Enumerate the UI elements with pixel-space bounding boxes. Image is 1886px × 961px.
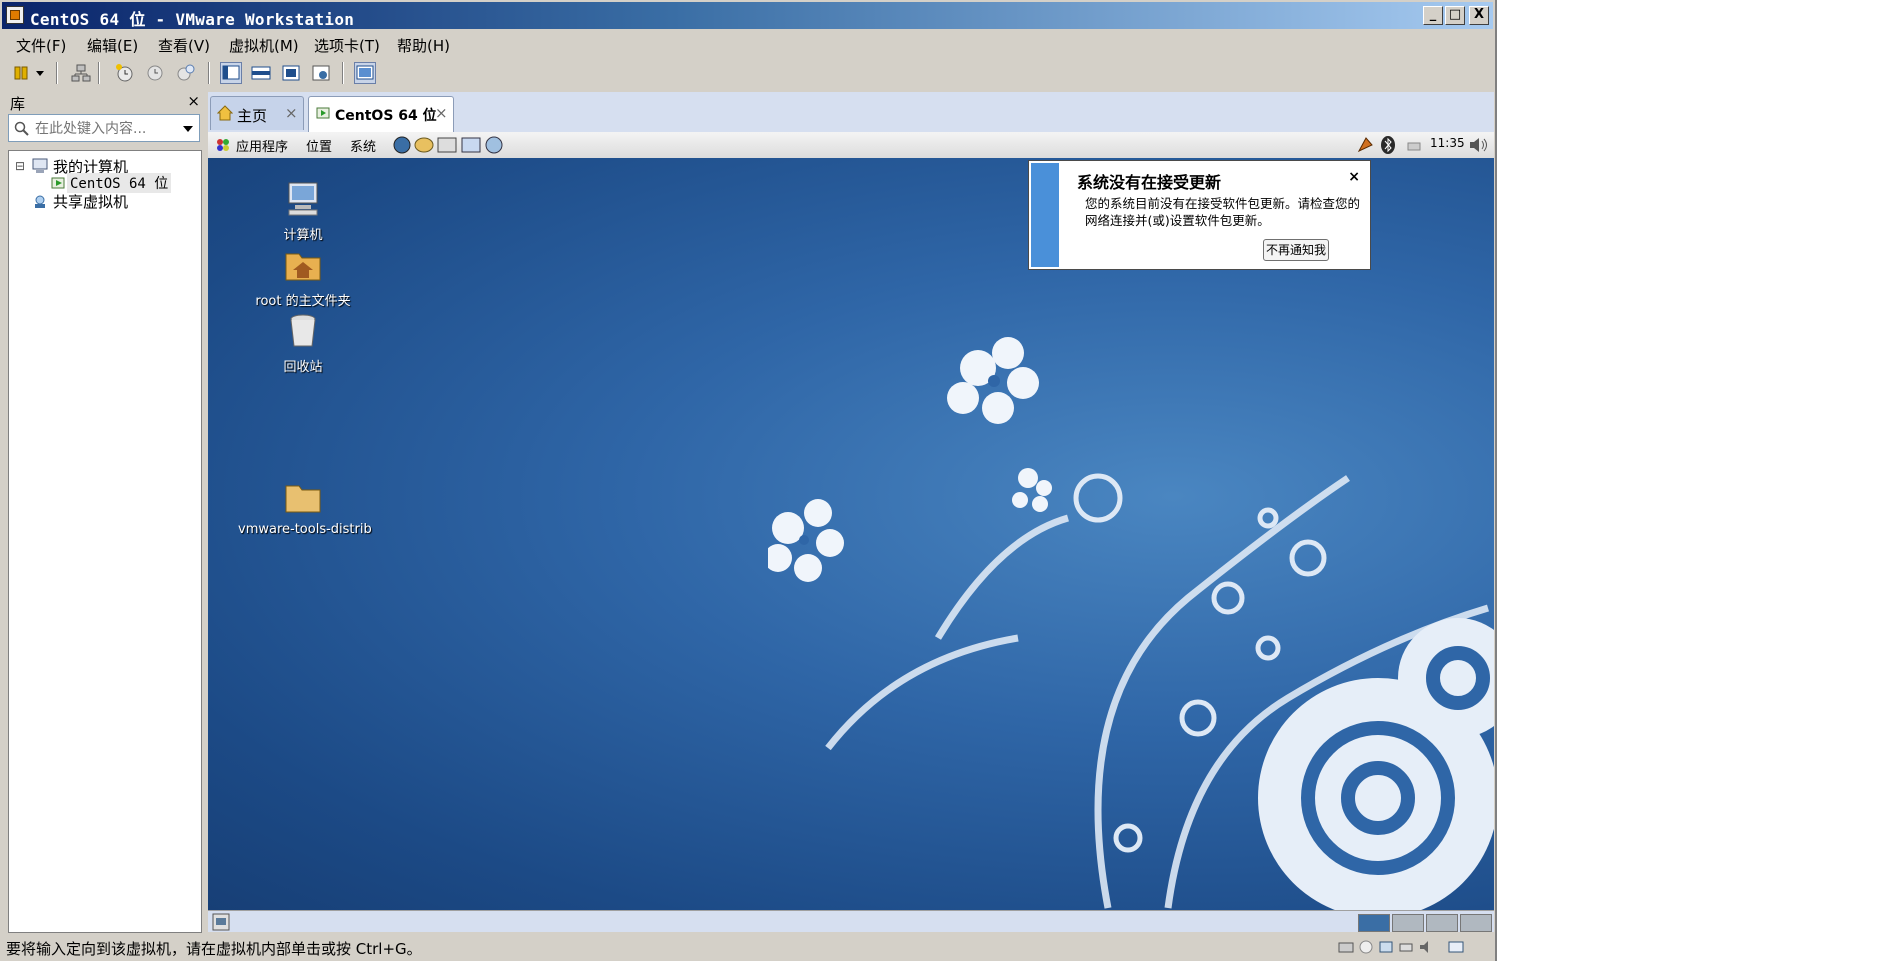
guest-screen[interactable]: 应用程序 位置 系统 11:35 计算机 root 的主文件夹 回收站 vmwa…	[208, 132, 1494, 910]
toolbar-separator	[208, 62, 210, 84]
desktop-icon-computer[interactable]: 计算机	[238, 180, 368, 243]
workspace-3[interactable]	[1426, 914, 1458, 932]
tab-strip: 主页 × CentOS 64 位 ×	[208, 92, 1494, 132]
tree-item-shared-vms[interactable]: 共享虚拟机	[53, 191, 128, 212]
title-bar[interactable]: CentOS 64 位 - VMware Workstation _ □ X	[2, 2, 1493, 29]
fullscreen-icon[interactable]	[280, 62, 302, 84]
tab-centos-label: CentOS 64 位	[335, 108, 437, 124]
maximize-button[interactable]: □	[1445, 6, 1465, 25]
notification-body: 您的系统目前没有在接受软件包更新。请检查您的网络连接并(或)设置软件包更新。	[1085, 196, 1361, 228]
snapshot-manager-icon[interactable]	[174, 62, 196, 84]
menu-view[interactable]: 查看(V)	[158, 35, 210, 56]
view-quick-switch-icon[interactable]	[250, 62, 272, 84]
toolbar-separator	[56, 62, 58, 84]
panel-menu-system[interactable]: 系统	[350, 136, 376, 155]
tab-home[interactable]: 主页 ×	[210, 96, 304, 130]
vmware-app-icon	[6, 6, 24, 24]
minimize-button[interactable]: _	[1423, 6, 1443, 25]
desktop-icon-trash-label: 回收站	[283, 360, 323, 375]
toolbar	[2, 58, 1493, 88]
menu-tabs[interactable]: 选项卡(T)	[314, 35, 380, 56]
update-notification: 系统没有在接受更新 × 您的系统目前没有在接受软件包更新。请检查您的网络连接并(…	[1028, 160, 1371, 270]
sound-status-icon[interactable]	[1418, 940, 1434, 954]
library-tree: ⊟ 我的计算机 CentOS 64 位 共享虚拟机	[8, 150, 202, 933]
network-icon[interactable]	[70, 62, 92, 84]
window-title: CentOS 64 位 - VMware Workstation	[30, 10, 355, 29]
desktop-icon-home-label: root 的主文件夹	[255, 294, 351, 309]
home-icon	[217, 105, 233, 121]
notification-title: 系统没有在接受更新	[1077, 173, 1222, 192]
desktop-icon-trash[interactable]: 回收站	[238, 312, 368, 375]
library-header: 库 ×	[8, 92, 202, 113]
guest-bottom-panel	[208, 910, 1494, 932]
volume-icon[interactable]	[1468, 135, 1490, 155]
panel-menu-applications[interactable]: 应用程序	[236, 136, 288, 155]
computer-icon	[288, 182, 318, 216]
gnome-desktop[interactable]: 计算机 root 的主文件夹 回收站 vmware-tools-distrib	[208, 158, 1494, 910]
menu-help[interactable]: 帮助(H)	[397, 35, 450, 56]
library-title: 库	[10, 95, 26, 113]
menu-vm[interactable]: 虚拟机(M)	[229, 35, 299, 56]
printer-status-icon[interactable]	[1398, 940, 1414, 954]
network-adapter-status-icon[interactable]	[1378, 940, 1394, 954]
tab-centos[interactable]: CentOS 64 位 ×	[308, 96, 454, 132]
panel-menu-places[interactable]: 位置	[306, 136, 332, 155]
shared-vm-icon	[35, 195, 45, 208]
vmware-window: CentOS 64 位 - VMware Workstation _ □ X 文…	[0, 0, 1497, 961]
library-search[interactable]	[8, 114, 200, 142]
thumbnail-icon[interactable]	[354, 62, 376, 84]
search-dropdown-icon[interactable]	[183, 125, 193, 133]
bluetooth-icon[interactable]	[1380, 135, 1396, 155]
panel-launchers[interactable]	[392, 135, 512, 155]
desktop-wallpaper-swirls	[768, 337, 1494, 910]
snapshot-revert-icon[interactable]	[144, 62, 166, 84]
hard-disk-status-icon[interactable]	[1338, 940, 1354, 954]
vm-area: 主页 × CentOS 64 位 × 应用程序 位置 系统 11:35 计算机 …	[208, 92, 1494, 932]
gnome-foot-icon	[217, 139, 229, 151]
tab-centos-close[interactable]: ×	[435, 104, 448, 122]
workspace-4[interactable]	[1460, 914, 1492, 932]
search-icon	[14, 121, 29, 136]
toolbar-separator	[342, 62, 344, 84]
workspace-2[interactable]	[1392, 914, 1424, 932]
toolbar-separator	[98, 62, 100, 84]
dropdown-arrow-icon[interactable]	[34, 62, 46, 84]
update-alert-icon[interactable]	[1356, 135, 1374, 155]
computer-icon	[32, 158, 48, 173]
status-message: 要将输入定向到该虚拟机，请在虚拟机内部单击或按 Ctrl+G。	[6, 940, 422, 958]
tree-collapse-toggle[interactable]: ⊟	[15, 159, 25, 173]
menu-file[interactable]: 文件(F)	[16, 35, 66, 56]
view-console-icon[interactable]	[220, 62, 242, 84]
unity-icon[interactable]	[310, 62, 332, 84]
desktop-icon-vmware-tools[interactable]: vmware-tools-distrib	[238, 478, 372, 537]
desktop-icon-home[interactable]: root 的主文件夹	[238, 246, 368, 309]
notification-accent-bar	[1031, 163, 1059, 267]
show-desktop-icon[interactable]	[212, 913, 230, 931]
workspace-1[interactable]	[1358, 914, 1390, 932]
menu-bar: 文件(F) 编辑(E) 查看(V) 虚拟机(M) 选项卡(T) 帮助(H)	[2, 31, 1493, 57]
close-button[interactable]: X	[1469, 6, 1489, 25]
vm-tab-icon	[316, 107, 330, 119]
status-bar: 要将输入定向到该虚拟机，请在虚拟机内部单击或按 Ctrl+G。	[2, 936, 1493, 958]
library-search-input[interactable]	[33, 118, 177, 140]
notification-dont-notify-button[interactable]: 不再通知我	[1263, 239, 1329, 261]
power-icon[interactable]	[12, 62, 34, 84]
notification-close-button[interactable]: ×	[1348, 169, 1360, 185]
desktop-icon-computer-label: 计算机	[283, 228, 323, 243]
tab-home-label: 主页	[237, 107, 268, 125]
tree-item-centos-vm[interactable]: CentOS 64 位	[67, 173, 172, 193]
cd-rom-status-icon[interactable]	[1358, 940, 1374, 954]
folder-icon	[285, 485, 321, 513]
message-log-icon[interactable]	[1448, 940, 1464, 954]
library-close-button[interactable]: ×	[187, 92, 200, 110]
network-tray-icon[interactable]	[1406, 137, 1422, 153]
desktop-icon-vmware-tools-label: vmware-tools-distrib	[238, 522, 372, 537]
panel-clock[interactable]: 11:35	[1430, 136, 1465, 150]
gnome-top-panel: 应用程序 位置 系统 11:35	[208, 132, 1494, 159]
trash-icon	[290, 314, 316, 347]
tab-home-close[interactable]: ×	[285, 104, 298, 122]
home-folder-icon	[285, 253, 321, 281]
menu-edit[interactable]: 编辑(E)	[87, 35, 138, 56]
snapshot-take-icon[interactable]	[114, 62, 136, 84]
